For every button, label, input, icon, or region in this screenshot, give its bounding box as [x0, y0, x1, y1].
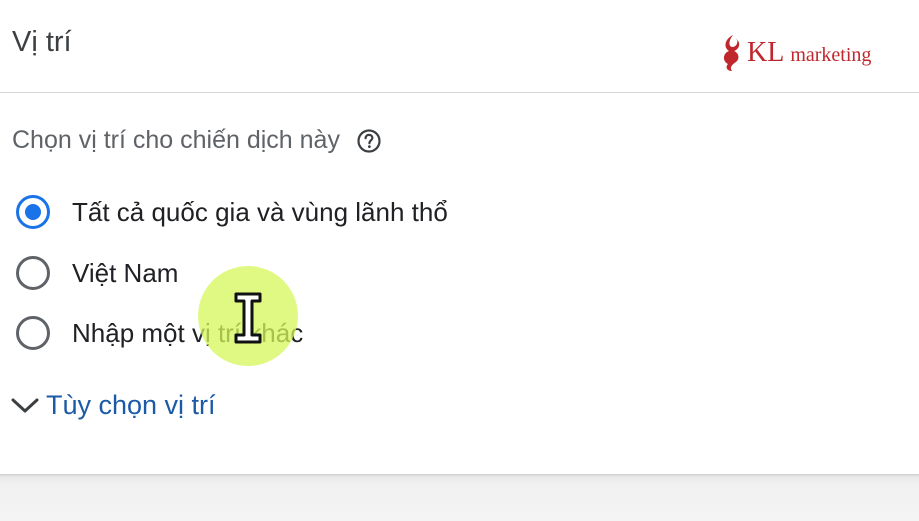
- radio-button[interactable]: [16, 316, 50, 350]
- panel-header: Vị trí KL marketing: [0, 0, 919, 93]
- dragon-logo-icon: [723, 35, 740, 71]
- radio-option-vietnam[interactable]: Việt Nam: [16, 256, 178, 290]
- location-options-label: Tùy chọn vị trí: [46, 390, 216, 420]
- help-circle-icon[interactable]: [356, 128, 382, 154]
- text-cursor-icon: [234, 292, 262, 344]
- radio-label-all-countries: Tất cả quốc gia và vùng lãnh thổ: [72, 196, 448, 227]
- radio-option-all-countries[interactable]: Tất cả quốc gia và vùng lãnh thổ: [16, 195, 448, 229]
- radio-label-vietnam: Việt Nam: [72, 257, 179, 288]
- location-prompt-row: Chọn vị trí cho chiến dịch này: [12, 126, 382, 155]
- radio-button-selected[interactable]: [16, 195, 50, 229]
- kl-marketing-logo: KL marketing: [719, 30, 871, 76]
- panel-bottom-shadow: [0, 474, 919, 521]
- location-prompt-label: Chọn vị trí cho chiến dịch này: [12, 126, 340, 154]
- logo-marketing-text: marketing: [790, 43, 872, 66]
- chevron-down-icon: [11, 398, 39, 412]
- section-title: Vị trí: [12, 26, 72, 58]
- logo-kl-text: KL: [747, 37, 785, 68]
- radio-button[interactable]: [16, 256, 50, 290]
- location-options-expander[interactable]: Tùy chọn vị trí: [10, 390, 216, 421]
- location-settings-panel: Vị trí KL marketing Chọn vị trí cho chiế…: [0, 0, 919, 521]
